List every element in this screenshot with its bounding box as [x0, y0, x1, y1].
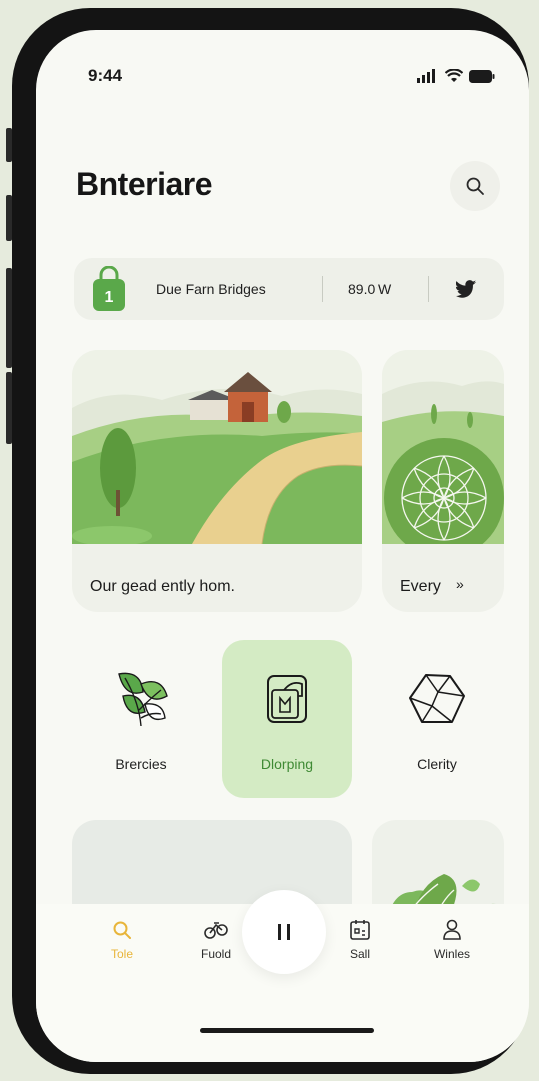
divider — [428, 276, 429, 302]
package-icon — [267, 675, 307, 723]
tab-label: Winles — [433, 947, 470, 961]
category-card-active[interactable]: Dlorping — [222, 640, 352, 798]
bag-badge-number: 1 — [104, 289, 114, 306]
signal-icon — [417, 69, 435, 83]
search-button[interactable] — [450, 161, 500, 211]
person-icon — [443, 919, 461, 940]
tab-winles[interactable]: Winles — [412, 918, 492, 961]
status-icons — [417, 69, 495, 83]
tab-label: Sall — [349, 947, 370, 961]
divider — [322, 276, 323, 302]
app-screen: 9:44 Bnteriare 1 Due Farn Bridges 89.0 W… — [36, 30, 529, 1062]
bird-icon[interactable] — [456, 279, 478, 299]
category-card[interactable]: Clerity — [372, 640, 502, 798]
home-indicator[interactable] — [200, 1028, 374, 1033]
battery-icon — [469, 69, 495, 83]
farm-illustration — [72, 350, 362, 544]
tab-label: Fuold — [200, 947, 232, 961]
shopping-bag-icon: 1 — [90, 265, 128, 317]
wifi-icon — [445, 69, 463, 82]
category-label: Brercies — [115, 756, 167, 772]
status-time: 9:44 — [88, 66, 123, 85]
info-bar-value: 89.0 W — [348, 281, 392, 297]
pause-button[interactable] — [242, 890, 326, 974]
bike-icon — [204, 922, 228, 939]
pause-icon — [278, 924, 290, 940]
tab-sall[interactable]: Sall — [320, 918, 400, 961]
search-icon — [466, 177, 484, 195]
phone-frame: 9:44 Bnteriare 1 Due Farn Bridges 89.0 W… — [12, 8, 529, 1074]
tab-label: Tole — [110, 947, 133, 961]
info-bar[interactable]: 1 Due Farn Bridges 89.0 W — [74, 258, 504, 320]
card-caption: Our gead ently hom. — [90, 578, 235, 595]
mandala-illustration — [382, 350, 504, 544]
tab-tole[interactable]: Tole — [82, 918, 162, 961]
search-icon — [113, 921, 131, 939]
featured-card[interactable]: Our gead ently hom. — [72, 350, 362, 612]
category-label: Clerity — [417, 756, 457, 772]
more-arrow-icon[interactable]: » — [456, 576, 464, 592]
category-card[interactable]: Brercies — [76, 640, 206, 798]
card-caption: Every — [400, 578, 441, 595]
page-title: Bnteriare — [76, 166, 213, 202]
featured-card[interactable]: Every » — [382, 350, 504, 612]
leaf-icon — [118, 672, 168, 727]
polyhedron-icon — [409, 674, 465, 723]
category-label: Dlorping — [260, 756, 314, 772]
calendar-icon — [350, 920, 370, 940]
status-bar: 9:44 — [88, 64, 495, 88]
info-bar-text: Due Farn Bridges — [156, 281, 266, 297]
